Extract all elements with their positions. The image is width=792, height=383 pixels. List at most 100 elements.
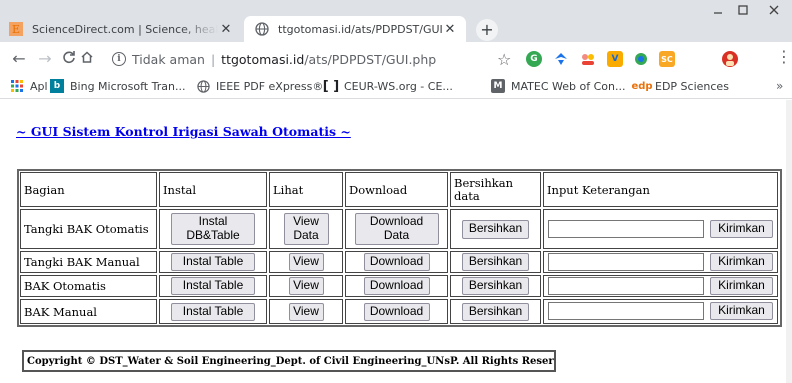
bookmark-bing[interactable]: b Bing Microsoft Tran... (50, 79, 185, 93)
bookmarks-more-icon[interactable]: » (776, 79, 783, 93)
sciencedirect-favicon: E (8, 21, 24, 37)
vocab-extension-icon[interactable]: V (607, 51, 623, 67)
edp-icon: edp (631, 80, 653, 92)
bookmark-ieee[interactable]: IEEE PDF eXpress® (196, 79, 323, 93)
download-button[interactable]: Download (363, 302, 430, 321)
info-icon[interactable]: i (112, 52, 126, 66)
close-tab-icon[interactable]: ✕ (218, 22, 234, 37)
page-content: ~ GUI Sistem Kontrol Irigasi Sawah Otoma… (0, 100, 792, 383)
cell-input: Kirimkan (543, 299, 778, 324)
tab-strip: E ScienceDirect.com | Science, health an… (0, 0, 792, 42)
keterangan-input[interactable] (548, 277, 704, 295)
globe-icon (196, 79, 210, 93)
cell-lihat: View (269, 275, 343, 297)
header-download: Download (345, 172, 448, 207)
cell-download: Download (345, 251, 448, 273)
cell-download: Download (345, 299, 448, 324)
row-label: Tangki BAK Manual (20, 251, 157, 273)
bing-icon: b (50, 79, 64, 93)
bookmark-matec[interactable]: M MATEC Web of Con... (491, 79, 625, 93)
people-extension-icon[interactable] (580, 51, 596, 67)
profile-avatar[interactable] (722, 51, 738, 67)
clear-data-button[interactable]: Bersihkan (462, 219, 529, 239)
matec-icon: M (491, 79, 505, 93)
scrollbar[interactable] (786, 100, 792, 383)
maximize-icon[interactable] (731, 0, 755, 20)
color-extension-icon[interactable] (633, 51, 649, 67)
view-data-button[interactable]: View Data (283, 213, 329, 245)
download-button[interactable]: Download (363, 253, 430, 271)
bookmark-label: IEEE PDF eXpress® (216, 79, 324, 93)
minimize-icon[interactable] (706, 0, 730, 20)
chrome-extension-icon[interactable]: G (526, 51, 542, 67)
send-button[interactable]: Kirimkan (710, 253, 773, 271)
cell-bersihkan: Bersihkan (450, 251, 541, 273)
install-table-button[interactable]: Instal Table (171, 277, 255, 295)
view-button[interactable]: View (288, 277, 324, 295)
view-button[interactable]: View (288, 302, 324, 321)
header-lihat: Lihat (269, 172, 343, 207)
apps-grid-icon (10, 79, 24, 93)
send-button[interactable]: Kirimkan (710, 302, 773, 320)
reload-icon[interactable] (60, 50, 78, 68)
close-tab-icon[interactable]: ✕ (442, 22, 458, 37)
install-table-button[interactable]: Instal Table (171, 253, 255, 271)
blue-extension-icon[interactable] (553, 51, 569, 67)
address-path: /ats/PDPDST/GUI.php (304, 51, 437, 67)
keterangan-input[interactable] (548, 253, 704, 271)
bracket-icon: [ ] (322, 78, 340, 94)
address-bar[interactable]: i Tidak aman | ttgotomasi.id/ats/PDPDST/… (112, 46, 558, 72)
bookmark-label: Apl (30, 79, 48, 93)
cell-bersihkan: Bersihkan (450, 275, 541, 297)
bookmark-ceur[interactable]: [ ] CEUR-WS.org - CE... (322, 78, 453, 94)
close-window-icon[interactable] (756, 0, 792, 20)
cell-input: Kirimkan (543, 209, 778, 249)
new-tab-button[interactable]: + (476, 19, 498, 41)
install-db-table-button[interactable]: Instal DB&Table (171, 213, 255, 245)
download-button[interactable]: Download (363, 277, 430, 295)
cell-bersihkan: Bersihkan (450, 299, 541, 324)
view-button[interactable]: View (288, 253, 324, 271)
install-table-button[interactable]: Instal Table (171, 302, 255, 321)
bookmark-label: Bing Microsoft Tran... (70, 79, 186, 93)
cell-lihat: View Data (269, 209, 343, 249)
cell-instal: Instal Table (159, 275, 267, 297)
tab-gui-php[interactable]: ttgotomasi.id/ats/PDPDST/GUI.php ✕ (244, 16, 466, 42)
cell-bersihkan: Bersihkan (450, 209, 541, 249)
tab-sciencedirect[interactable]: E ScienceDirect.com | Science, health an… (0, 16, 242, 42)
download-data-button[interactable]: Download Data (354, 213, 439, 245)
home-icon[interactable] (78, 50, 96, 68)
row-label: Tangki BAK Otomatis (20, 209, 157, 249)
keterangan-input[interactable] (548, 302, 704, 320)
back-arrow-icon[interactable]: ← (10, 50, 28, 68)
menu-dots-icon[interactable]: ⋮ (776, 49, 792, 65)
cell-input: Kirimkan (543, 275, 778, 297)
send-button[interactable]: Kirimkan (710, 220, 773, 238)
header-input-keterangan: Input Keterangan (543, 172, 778, 207)
bookmark-edp[interactable]: edp EDP Sciences (631, 79, 729, 93)
cell-lihat: View (269, 251, 343, 273)
sc-extension-icon[interactable]: SC (659, 51, 675, 67)
header-bersihkan: Bersihkan data (450, 172, 541, 207)
keterangan-input[interactable] (548, 220, 704, 238)
forward-arrow-icon[interactable]: → (36, 50, 54, 68)
cell-download: Download Data (345, 209, 448, 249)
clear-data-button[interactable]: Bersihkan (462, 253, 529, 271)
bookmark-label: MATEC Web of Con... (511, 79, 626, 93)
clear-data-button[interactable]: Bersihkan (462, 277, 529, 295)
cell-instal: Instal Table (159, 299, 267, 324)
tab-title: ScienceDirect.com | Science, health and … (32, 22, 218, 36)
header-instal: Instal (159, 172, 267, 207)
send-button[interactable]: Kirimkan (710, 277, 773, 295)
cell-input: Kirimkan (543, 251, 778, 273)
bookmark-star-icon[interactable]: ☆ (497, 50, 511, 69)
copyright-footer: Copyright © DST_Water & Soil Engineering… (22, 350, 556, 372)
bookmark-apl[interactable]: Apl (10, 79, 48, 93)
bookmark-label: EDP Sciences (655, 79, 729, 93)
clear-data-button[interactable]: Bersihkan (462, 302, 529, 321)
header-bagian: Bagian (20, 172, 157, 207)
cell-instal: Instal Table (159, 251, 267, 273)
globe-icon (254, 21, 270, 37)
bookmark-label: CEUR-WS.org - CE... (344, 79, 453, 93)
page-heading-link[interactable]: ~ GUI Sistem Kontrol Irigasi Sawah Otoma… (16, 124, 351, 139)
